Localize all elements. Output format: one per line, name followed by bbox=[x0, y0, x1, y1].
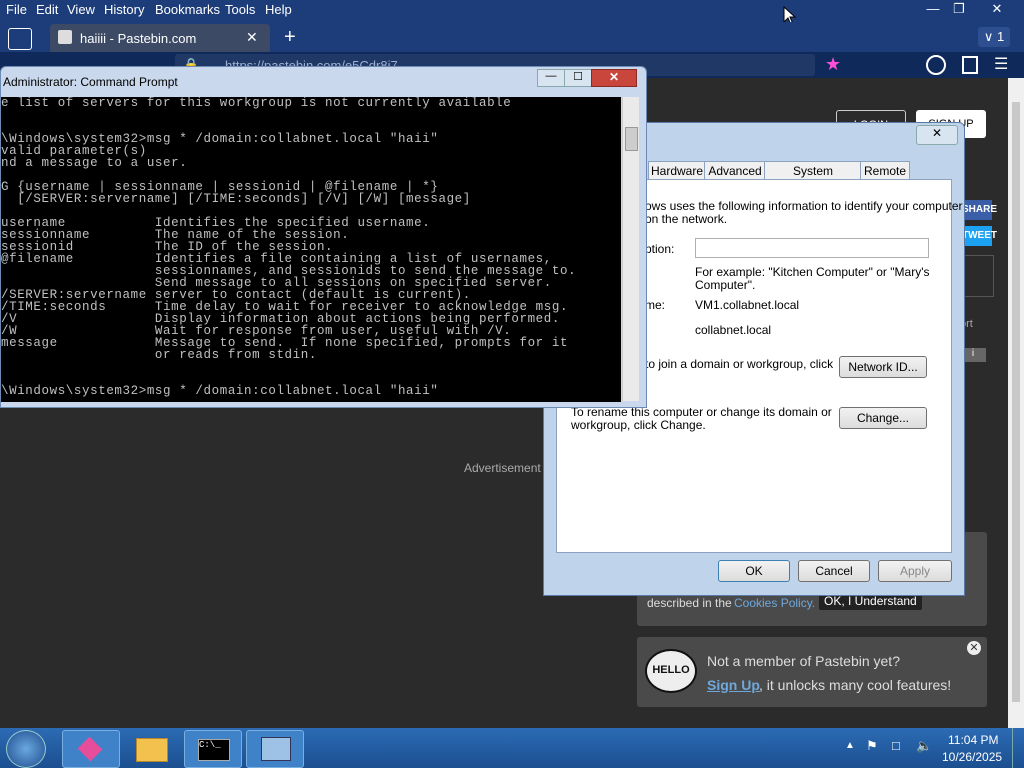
tab-overview-icon[interactable] bbox=[8, 28, 32, 50]
cmd-output[interactable]: e list of servers for this workgroup is … bbox=[1, 97, 621, 402]
menu-bar: File Edit View History Bookmarks Tools H… bbox=[0, 0, 1024, 22]
cmd-title: Administrator: Command Prompt bbox=[3, 75, 178, 89]
network-icon[interactable]: □ bbox=[892, 738, 900, 753]
extensions-icon[interactable] bbox=[962, 56, 978, 74]
tab-close-icon[interactable]: ✕ bbox=[246, 29, 258, 46]
share-button[interactable]: SHARE bbox=[962, 200, 997, 220]
cmd-scrollbar[interactable] bbox=[622, 97, 639, 401]
command-prompt-window: Administrator: Command Prompt — ☐ ✕ e li… bbox=[0, 66, 647, 408]
page-scrollbar[interactable] bbox=[1008, 78, 1024, 728]
full-name-label: me: bbox=[645, 298, 666, 312]
promo-close-icon[interactable]: ✕ bbox=[967, 641, 981, 655]
restore-button[interactable]: ❐ bbox=[942, 0, 976, 20]
system-glyph bbox=[261, 737, 291, 761]
signup-promo: HELLO Not a member of Pastebin yet? Sign… bbox=[637, 637, 987, 707]
hello-badge-icon: HELLO bbox=[645, 649, 697, 693]
taskbar-system-icon[interactable] bbox=[246, 730, 304, 768]
clock-date[interactable]: 10/26/2025 bbox=[942, 750, 1002, 764]
example-text: For example: "Kitchen Computer" or "Mary… bbox=[695, 265, 930, 292]
clock-time[interactable]: 11:04 PM bbox=[948, 733, 998, 747]
volume-icon[interactable]: 🔈 bbox=[916, 738, 932, 754]
menu-history[interactable]: History bbox=[104, 2, 144, 17]
side-box bbox=[962, 255, 994, 297]
bookmark-star-icon[interactable]: ★ bbox=[825, 54, 841, 75]
cmd-minimize-button[interactable]: — bbox=[537, 69, 565, 87]
menu-tools[interactable]: Tools bbox=[225, 2, 255, 17]
network-id-text: to join a domain or workgroup, click bbox=[645, 357, 834, 371]
cmd-glyph: C:\_ bbox=[198, 739, 230, 761]
menu-bookmarks[interactable]: Bookmarks bbox=[155, 2, 220, 17]
member-prompt: Not a member of Pastebin yet? bbox=[707, 653, 900, 669]
cmd-text: e list of servers for this workgroup is … bbox=[1, 97, 577, 398]
full-name-value: VM1.collabnet.local bbox=[695, 298, 800, 312]
ok-button[interactable]: OK bbox=[718, 560, 790, 582]
new-tab-icon[interactable]: + bbox=[284, 26, 296, 49]
intro-text: ows uses the following information to id… bbox=[645, 199, 963, 226]
advertisement-label: Advertisement bbox=[464, 461, 541, 475]
dialog-close-button[interactable]: ✕ bbox=[916, 125, 958, 145]
apply-button[interactable]: Apply bbox=[878, 560, 952, 582]
menu-hamburger-icon[interactable]: ☰ bbox=[994, 54, 1008, 74]
taskbar-explorer-icon[interactable] bbox=[122, 730, 178, 766]
taskbar: C:\_ ▲ ⚑ □ 🔈 11:04 PM 10/26/2025 bbox=[0, 728, 1024, 768]
action-center-icon[interactable]: ⚑ bbox=[866, 738, 878, 754]
tab-list-button[interactable]: ∨ 1 bbox=[978, 27, 1010, 47]
cmd-scrollbar-thumb[interactable] bbox=[625, 127, 638, 151]
signup-text: , it unlocks many cool features! bbox=[759, 677, 952, 693]
change-button[interactable]: Change... bbox=[839, 407, 927, 429]
cmd-close-button[interactable]: ✕ bbox=[591, 69, 637, 87]
tab-title: haiiii - Pastebin.com bbox=[80, 31, 197, 46]
purple-app-glyph bbox=[77, 736, 103, 762]
pastebin-favicon-icon bbox=[58, 30, 72, 44]
tweet-button[interactable]: TWEET bbox=[962, 226, 997, 246]
tab-count: 1 bbox=[996, 29, 1005, 44]
domain-value: collabnet.local bbox=[695, 323, 772, 337]
scrollbar-thumb[interactable] bbox=[1012, 102, 1020, 702]
taskbar-app-purple-icon[interactable] bbox=[62, 730, 120, 768]
menu-file[interactable]: File bbox=[6, 2, 27, 17]
signup-link[interactable]: Sign Up bbox=[707, 677, 760, 693]
network-id-button[interactable]: Network ID... bbox=[839, 356, 927, 378]
cookie-text: described in the bbox=[647, 596, 732, 610]
menu-edit[interactable]: Edit bbox=[36, 2, 58, 17]
account-icon[interactable] bbox=[926, 55, 946, 75]
start-button-icon[interactable] bbox=[6, 730, 46, 768]
taskbar-cmd-icon[interactable]: C:\_ bbox=[184, 730, 242, 768]
show-desktop-button[interactable] bbox=[1012, 728, 1024, 768]
tray-expand-icon[interactable]: ▲ bbox=[845, 740, 855, 751]
cancel-button[interactable]: Cancel bbox=[798, 560, 870, 582]
rename-text: To rename this computer or change its do… bbox=[571, 405, 832, 432]
tab-pastebin[interactable]: haiiii - Pastebin.com ✕ bbox=[50, 24, 270, 52]
cmd-maximize-button[interactable]: ☐ bbox=[564, 69, 592, 87]
description-input[interactable] bbox=[695, 238, 929, 258]
folder-glyph bbox=[136, 738, 168, 762]
close-button[interactable]: ✕ bbox=[980, 0, 1014, 20]
menu-help[interactable]: Help bbox=[265, 2, 292, 17]
menu-view[interactable]: View bbox=[67, 2, 95, 17]
description-label: ption: bbox=[645, 242, 675, 256]
cookies-policy-link[interactable]: Cookies Policy. bbox=[734, 596, 815, 610]
